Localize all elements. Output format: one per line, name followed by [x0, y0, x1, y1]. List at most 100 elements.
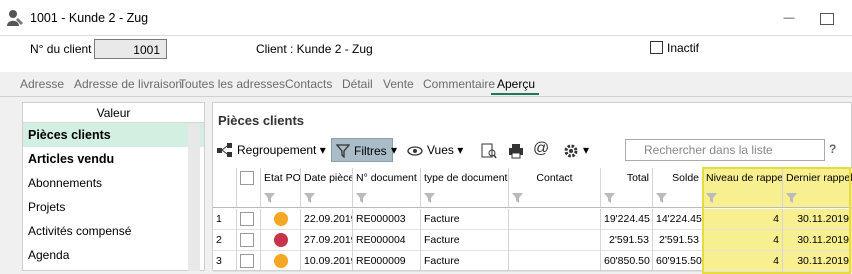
filter-spacer: [213, 188, 237, 207]
dernier-cell: 30.11.2019: [783, 209, 852, 230]
tab-toutes-adresses[interactable]: Toutes les adresses: [179, 77, 285, 91]
search-input[interactable]: Rechercher dans la liste: [625, 139, 825, 161]
window-title: 1001 - Kunde 2 - Zug: [30, 11, 149, 25]
customer-icon: [7, 10, 23, 26]
help-icon[interactable]: ?: [829, 142, 836, 156]
filter-total[interactable]: [601, 188, 653, 207]
grid-toolbar: Regroupement ▾ Filtres ▾ Vues ▾ @ ▾ Rech…: [213, 135, 852, 165]
table-row[interactable]: 3 10.09.2019 RE000009 Facture 60'850.50 …: [213, 251, 852, 272]
col-date-piece[interactable]: Date pièce: [301, 168, 353, 188]
col-type-documents[interactable]: type de documents: [421, 168, 509, 188]
settings-dropdown[interactable]: ▾: [583, 138, 589, 162]
email-icon[interactable]: @: [533, 137, 549, 161]
filter-icon: [786, 193, 797, 203]
col-niveau-rappel[interactable]: Niveau de rappel: [703, 168, 783, 188]
client-number-label: N° du client :: [30, 42, 99, 56]
filter-icon: [604, 193, 615, 203]
filter-niveau[interactable]: [703, 188, 783, 207]
filter-type[interactable]: [421, 188, 509, 207]
gear-icon[interactable]: [563, 143, 579, 167]
vues-button[interactable]: Vues ▾: [407, 138, 463, 162]
title-bar: 1001 - Kunde 2 - Zug —: [0, 0, 852, 36]
panel-title: Pièces clients: [218, 113, 304, 128]
table-row[interactable]: 2 27.09.2019 RE000004 Facture 2'591.53 2…: [213, 230, 852, 251]
filtres-label: Filtres: [354, 144, 387, 158]
select-all-checkbox[interactable]: [237, 168, 261, 188]
filter-icon: [336, 144, 350, 158]
tab-contacts[interactable]: Contacts: [285, 77, 332, 91]
contact-cell: [509, 230, 601, 251]
date-cell: 10.09.2019: [301, 251, 353, 272]
row-checkbox[interactable]: [237, 230, 261, 251]
filter-icon: [424, 193, 435, 203]
list-item-projets[interactable]: Projets: [23, 195, 204, 219]
minimize-button[interactable]: —: [780, 10, 798, 28]
row-number: 3: [213, 251, 237, 272]
filtres-dropdown[interactable]: ▾: [391, 138, 397, 162]
row-checkbox[interactable]: [237, 209, 261, 230]
list-item-abonnements[interactable]: Abonnements: [23, 171, 204, 195]
filtres-button[interactable]: Filtres: [331, 138, 393, 162]
dernier-cell: 30.11.2019: [783, 251, 852, 272]
left-scrollbar[interactable]: [188, 124, 200, 271]
etat-po-cell: [261, 251, 301, 272]
filter-etat-po[interactable]: [261, 188, 301, 207]
list-item-activites[interactable]: Activités compensé: [23, 219, 204, 243]
solde-cell: 60'915.50: [653, 251, 703, 272]
solde-cell: 2'591.53: [653, 230, 703, 251]
row-number: 2: [213, 230, 237, 251]
type-cell: Facture: [421, 209, 509, 230]
status-dot-icon: [273, 212, 288, 226]
print-icon[interactable]: [508, 143, 524, 167]
list-item-pieces-clients[interactable]: Pièces clients: [23, 123, 204, 147]
filter-icon: [264, 193, 275, 203]
group-icon: [217, 143, 232, 157]
header-row: Etat PO Date pièce N° document type de d…: [213, 168, 852, 188]
tab-detail[interactable]: Détail: [342, 77, 373, 91]
print-preview-icon[interactable]: [481, 143, 497, 167]
filter-solde[interactable]: [653, 188, 703, 207]
niveau-cell: 4: [703, 251, 783, 272]
col-contact[interactable]: Contact: [509, 168, 601, 188]
etat-po-cell: [261, 209, 301, 230]
filter-icon: [706, 193, 717, 203]
filter-date[interactable]: [301, 188, 353, 207]
col-solde[interactable]: Solde: [653, 168, 703, 188]
overview-list: Valeur Pièces clients Articles vendu Abo…: [22, 102, 205, 271]
filter-icon: [356, 193, 367, 203]
filter-icon: [304, 193, 315, 203]
etat-po-cell: [261, 230, 301, 251]
document-cell: RE000003: [353, 209, 421, 230]
list-item-articles-vendu[interactable]: Articles vendu: [23, 147, 204, 171]
tab-adresse[interactable]: Adresse: [20, 77, 64, 91]
tab-vente[interactable]: Vente: [383, 77, 414, 91]
tab-commentaire[interactable]: Commentaire: [423, 77, 495, 91]
maximize-button[interactable]: [820, 13, 834, 25]
filter-document[interactable]: [353, 188, 421, 207]
inactif-checkbox[interactable]: [650, 41, 663, 54]
divider: [0, 96, 852, 97]
document-cell: RE000004: [353, 230, 421, 251]
col-no-document[interactable]: N° document: [353, 168, 421, 188]
status-dot-icon: [273, 233, 288, 247]
table-row[interactable]: 1 22.09.2019 RE000003 Facture 19'224.45 …: [213, 209, 852, 230]
col-total[interactable]: Total: [601, 168, 653, 188]
row-checkbox[interactable]: [237, 251, 261, 272]
row-number-header: [213, 168, 237, 188]
date-cell: 27.09.2019: [301, 230, 353, 251]
col-etat-po[interactable]: Etat PO: [261, 168, 301, 188]
client-number-field[interactable]: 1001: [94, 39, 167, 59]
regroupement-button[interactable]: Regroupement ▾: [217, 138, 326, 162]
dernier-cell: 30.11.2019: [783, 230, 852, 251]
niveau-cell: 4: [703, 209, 783, 230]
tab-apercu[interactable]: Aperçu: [497, 77, 535, 91]
list-item-agenda[interactable]: Agenda: [23, 243, 204, 267]
tab-adresse-livraison[interactable]: Adresse de livraison: [74, 77, 182, 91]
date-cell: 22.09.2019: [301, 209, 353, 230]
col-dernier-rappel[interactable]: Dernier rappel: [783, 168, 852, 188]
chevron-down-icon: ▾: [319, 143, 326, 157]
filter-contact[interactable]: [509, 188, 601, 207]
filter-icon: [512, 193, 523, 203]
total-cell: 19'224.45: [601, 209, 653, 230]
filter-dernier[interactable]: [783, 188, 852, 207]
